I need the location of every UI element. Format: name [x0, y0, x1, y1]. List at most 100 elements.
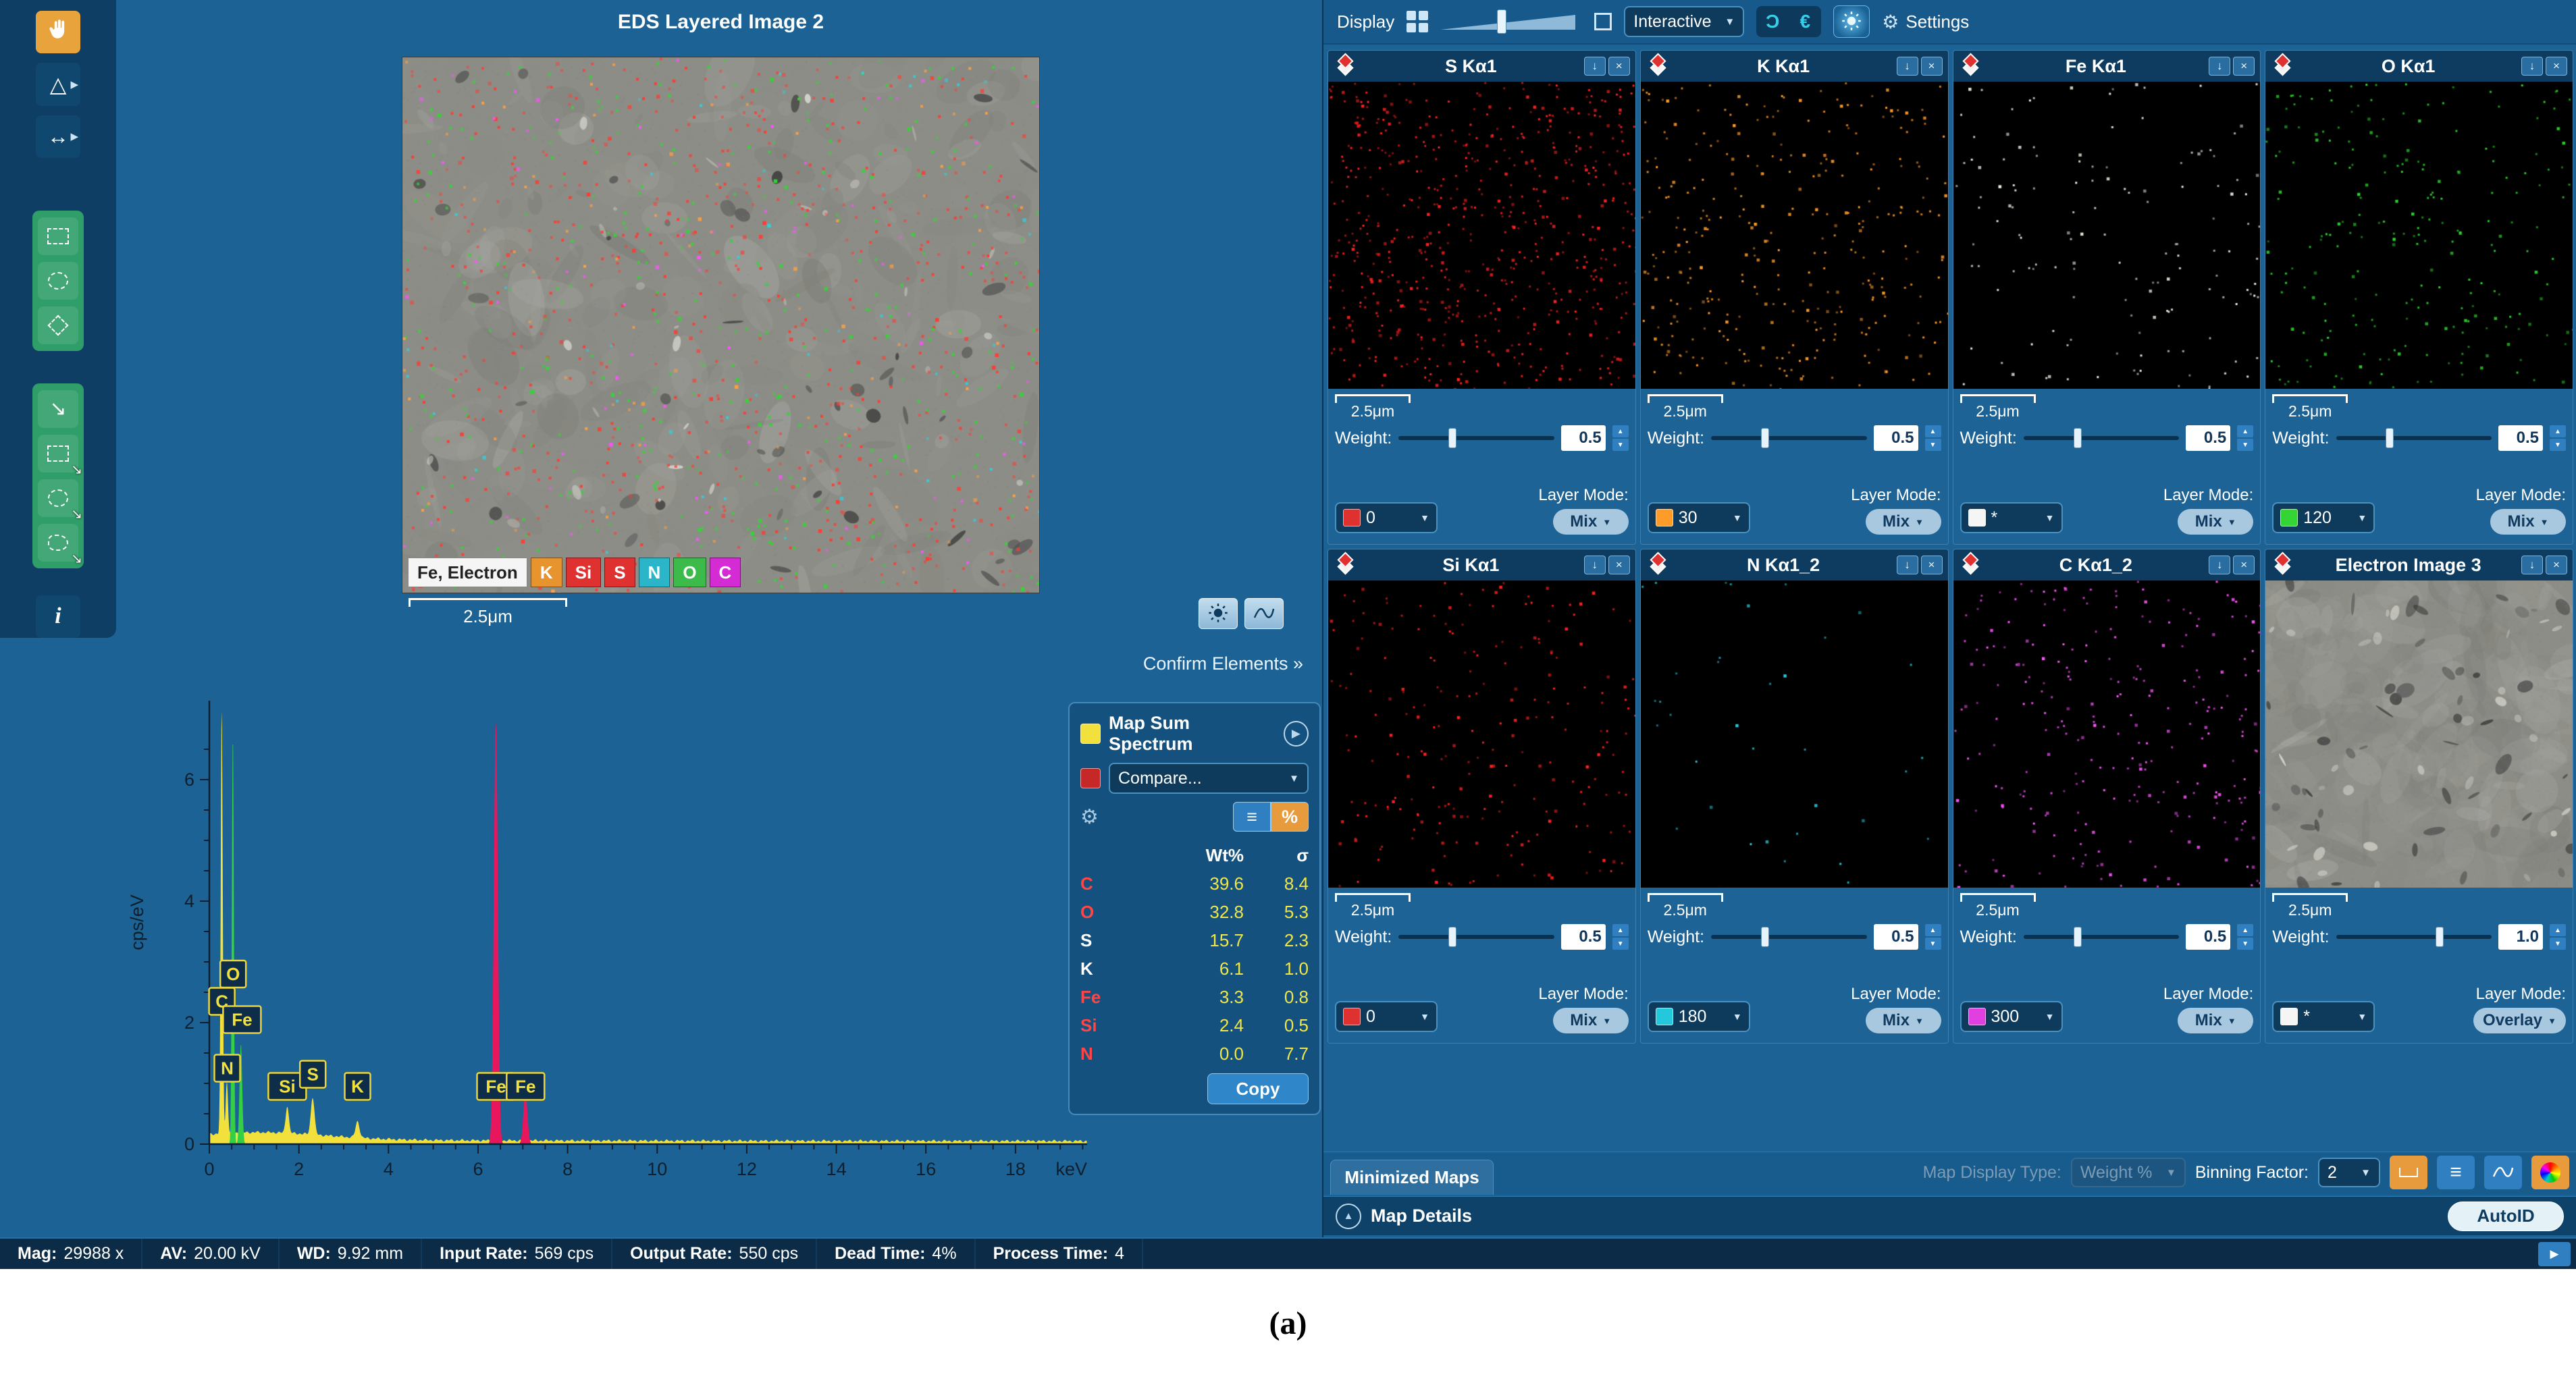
layer-mode-dropdown[interactable]: Mix ▼: [1865, 509, 1941, 535]
export-map-button[interactable]: ↓: [1896, 57, 1918, 76]
element-chip[interactable]: O: [673, 558, 706, 587]
export-map-button[interactable]: ↓: [2521, 556, 2543, 574]
layers-icon[interactable]: [2271, 551, 2295, 576]
layer-mode-dropdown[interactable]: Mix ▼: [2178, 509, 2254, 535]
weight-slider-knob[interactable]: [2436, 927, 2444, 947]
play-button[interactable]: ▶: [1283, 721, 1309, 747]
spin-up-icon[interactable]: ▲: [2237, 425, 2254, 437]
spin-down-icon[interactable]: ▼: [1924, 439, 1941, 451]
contrast-tool[interactable]: △ ▶: [36, 63, 80, 106]
spin-down-icon[interactable]: ▼: [2237, 938, 2254, 950]
layers-icon[interactable]: [1959, 53, 1983, 78]
weight-spinner[interactable]: ▲ ▼: [2550, 425, 2566, 451]
ellipse-analysis-tool[interactable]: ↘: [38, 479, 82, 522]
rect-analysis-tool[interactable]: ↘: [38, 434, 82, 477]
layer-mode-dropdown[interactable]: Mix ▼: [2490, 509, 2566, 535]
spin-up-icon[interactable]: ▲: [1924, 425, 1941, 437]
export-map-button[interactable]: ↓: [1583, 556, 1606, 574]
layer-mode-dropdown[interactable]: Mix ▼: [1552, 509, 1629, 535]
close-map-button[interactable]: ×: [2233, 57, 2255, 76]
spin-up-icon[interactable]: ▲: [1612, 924, 1629, 936]
autoid-button[interactable]: AutoID: [2448, 1201, 2564, 1231]
weight-spinner[interactable]: ▲ ▼: [1924, 425, 1941, 451]
element-chip[interactable]: K: [530, 558, 562, 587]
color-dropdown[interactable]: * ▼: [1960, 502, 2063, 533]
weight-value[interactable]: 0.5: [1560, 924, 1606, 950]
weight-slider[interactable]: [1711, 427, 1867, 449]
layer-mode-dropdown[interactable]: Overlay ▼: [2473, 1008, 2566, 1033]
weight-slider-knob[interactable]: [1448, 428, 1457, 448]
pan-tool[interactable]: [36, 11, 80, 54]
layers-icon[interactable]: [1959, 551, 1983, 576]
point-analysis-tool[interactable]: ↘: [38, 389, 78, 428]
weight-spinner[interactable]: ▲ ▼: [2237, 425, 2254, 451]
weight-slider[interactable]: [2336, 427, 2492, 449]
info-button[interactable]: i: [36, 595, 80, 638]
ellipse-region-tool[interactable]: [38, 261, 78, 300]
export-map-button[interactable]: ↓: [2209, 57, 2231, 76]
layers-icon[interactable]: [1646, 551, 1671, 576]
weight-spinner[interactable]: ▲ ▼: [1924, 924, 1941, 950]
eds-layered-image[interactable]: Fe, Electron K Si S N O C: [402, 57, 1040, 593]
map-image[interactable]: [1953, 580, 2261, 888]
layers-icon[interactable]: [1334, 551, 1358, 576]
close-map-button[interactable]: ×: [1608, 556, 1630, 574]
color-dropdown[interactable]: 180 ▼: [1647, 1001, 1750, 1032]
weight-slider[interactable]: [1398, 926, 1554, 948]
weight-slider[interactable]: [2023, 427, 2180, 449]
layers-icon[interactable]: [2271, 53, 2295, 78]
spin-down-icon[interactable]: ▼: [1612, 439, 1629, 451]
thumbnail-size-slider[interactable]: [1440, 9, 1582, 34]
spin-up-icon[interactable]: ▲: [1612, 425, 1629, 437]
export-map-button[interactable]: ↓: [1583, 57, 1606, 76]
weight-slider[interactable]: [1398, 427, 1554, 449]
spin-up-icon[interactable]: ▲: [2237, 924, 2254, 936]
map-image[interactable]: [2265, 82, 2573, 389]
weight-value[interactable]: 0.5: [1560, 425, 1606, 451]
weight-spinner[interactable]: ▲ ▼: [1612, 924, 1629, 950]
element-chip[interactable]: N: [638, 558, 671, 587]
compare-dropdown[interactable]: Compare... ▼: [1109, 763, 1309, 794]
weight-value[interactable]: 0.5: [1873, 924, 1918, 950]
weight-slider[interactable]: [1711, 926, 1867, 948]
export-map-button[interactable]: ↓: [2521, 57, 2543, 76]
weight-spinner[interactable]: ▲ ▼: [2237, 924, 2254, 950]
layer-mode-dropdown[interactable]: Mix ▼: [1865, 1008, 1941, 1033]
close-map-button[interactable]: ×: [2233, 556, 2255, 574]
weight-slider-knob[interactable]: [1760, 428, 1769, 448]
brightness-button[interactable]: [1833, 5, 1870, 38]
export-map-button[interactable]: ↓: [2209, 556, 2231, 574]
weight-slider[interactable]: [2336, 926, 2492, 948]
color-dropdown[interactable]: 30 ▼: [1647, 502, 1750, 533]
spin-down-icon[interactable]: ▼: [2550, 938, 2566, 950]
layer-mode-dropdown[interactable]: Mix ▼: [2178, 1008, 2254, 1033]
map-image[interactable]: [1640, 580, 1948, 888]
color-dropdown[interactable]: 0 ▼: [1335, 1001, 1438, 1032]
close-map-button[interactable]: ×: [2546, 556, 2567, 574]
weight-slider-knob[interactable]: [1448, 927, 1457, 947]
freehand-analysis-tool[interactable]: ↘: [38, 523, 82, 566]
weight-value[interactable]: 0.5: [2186, 924, 2231, 950]
scalebar-toggle-button[interactable]: [2390, 1156, 2427, 1189]
weight-spinner[interactable]: ▲ ▼: [2550, 924, 2566, 950]
weight-slider-knob[interactable]: [2073, 428, 2082, 448]
polygon-region-tool[interactable]: [38, 306, 78, 344]
rect-region-tool[interactable]: [38, 217, 78, 255]
map-image[interactable]: [1328, 580, 1635, 888]
close-map-button[interactable]: ×: [1920, 57, 1943, 76]
weight-slider-knob[interactable]: [1760, 927, 1769, 947]
color-dropdown[interactable]: 120 ▼: [2272, 502, 2375, 533]
weight-value[interactable]: 0.5: [2498, 425, 2543, 451]
palette-button[interactable]: [2531, 1156, 2569, 1189]
copy-button[interactable]: Copy: [1207, 1073, 1309, 1104]
element-chip[interactable]: C: [709, 558, 741, 587]
element-chip[interactable]: S: [604, 558, 635, 587]
map-image[interactable]: [1328, 82, 1635, 389]
spin-up-icon[interactable]: ▲: [2550, 425, 2566, 437]
layer-mode-dropdown[interactable]: Mix ▼: [1552, 1008, 1629, 1033]
measure-tool[interactable]: ↔ ▶: [36, 115, 80, 158]
weight-slider-knob[interactable]: [2073, 927, 2082, 947]
spin-up-icon[interactable]: ▲: [2550, 924, 2566, 936]
weight-value[interactable]: 0.5: [1873, 425, 1918, 451]
scroll-right-button[interactable]: ▶: [2538, 1241, 2571, 1266]
